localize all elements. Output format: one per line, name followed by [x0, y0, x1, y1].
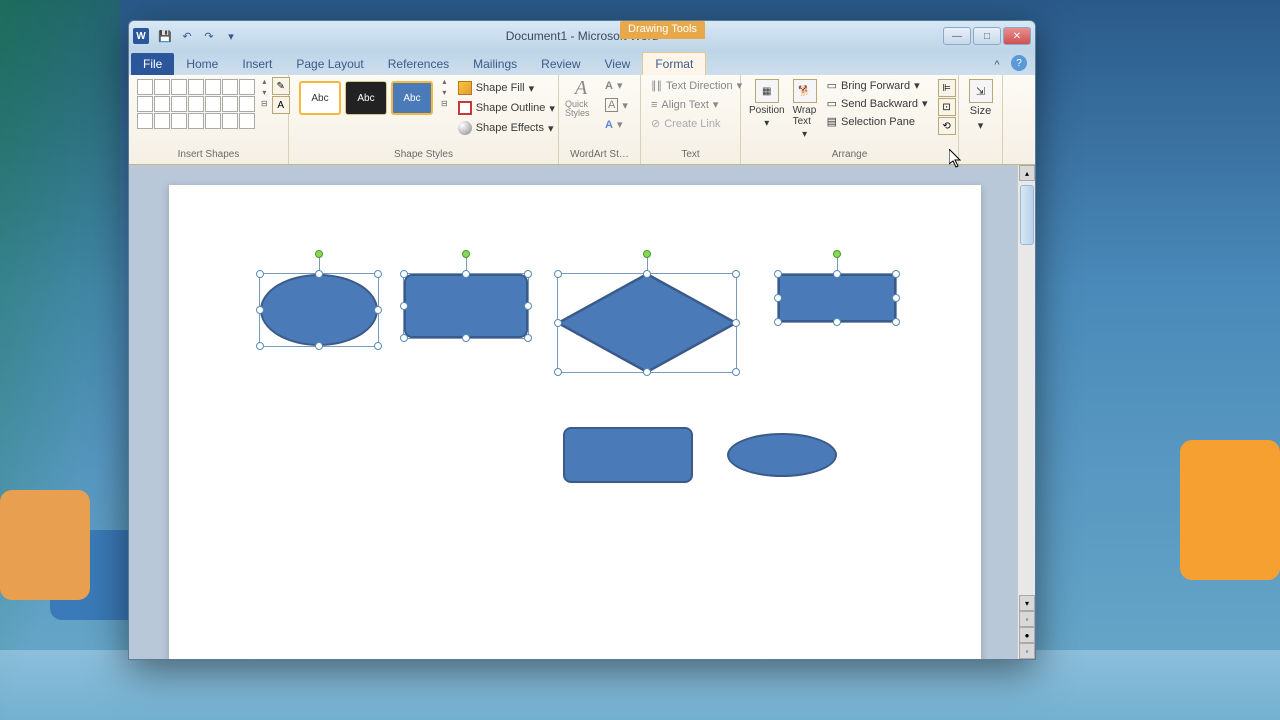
ribbon: ▴▾⊟ ✎ A Insert Shapes Abc Abc Abc ▴▾⊟: [129, 75, 1035, 165]
prev-page-button[interactable]: ◦: [1019, 611, 1035, 627]
help-button[interactable]: ?: [1011, 55, 1027, 71]
outline-icon: [458, 101, 472, 115]
scroll-thumb[interactable]: [1020, 185, 1034, 245]
shape-style-gallery[interactable]: Abc Abc Abc: [295, 77, 437, 119]
word-app-icon: W: [133, 28, 149, 44]
shape-ellipse-2[interactable]: [727, 433, 837, 477]
quick-styles-button[interactable]: A Quick Styles: [565, 77, 597, 117]
group-button[interactable]: ⊡: [938, 98, 956, 116]
size-button[interactable]: ⇲ Size▾: [965, 77, 996, 134]
app-window: W 💾 ↶ ↷ ▾ Document1 - Microsoft Word Dra…: [128, 20, 1036, 660]
group-shape-styles: Abc Abc Abc ▴▾⊟ Shape Fill ▾ Shape Outli…: [289, 75, 559, 164]
shape-diamond[interactable]: [558, 274, 736, 372]
size-icon: ⇲: [969, 79, 993, 103]
position-icon: ▦: [755, 79, 779, 103]
bring-forward-button[interactable]: ▭ Bring Forward ▾: [823, 77, 932, 94]
undo-button[interactable]: ↶: [177, 26, 197, 46]
tab-references[interactable]: References: [376, 53, 461, 75]
collapse-ribbon-button[interactable]: ^: [987, 55, 1007, 75]
text-outline-button[interactable]: A ▾: [601, 96, 632, 114]
shape-rounded-rect-2[interactable]: [563, 427, 693, 483]
group-label-shape-styles: Shape Styles: [295, 147, 552, 162]
wrap-text-button[interactable]: 🐕 Wrap Text▾: [791, 77, 819, 142]
tab-page-layout[interactable]: Page Layout: [284, 53, 375, 75]
titlebar: W 💾 ↶ ↷ ▾ Document1 - Microsoft Word Dra…: [129, 21, 1035, 51]
rotate-button[interactable]: ⟲: [938, 117, 956, 135]
group-label-insert-shapes: Insert Shapes: [135, 147, 282, 162]
quick-access-toolbar: 💾 ↶ ↷ ▾: [155, 26, 241, 46]
scroll-down-button[interactable]: ▾: [1019, 595, 1035, 611]
position-button[interactable]: ▦ Position▾: [747, 77, 787, 131]
text-box-button[interactable]: A: [272, 96, 290, 114]
tab-review[interactable]: Review: [529, 53, 592, 75]
effects-icon: [458, 121, 472, 135]
align-button[interactable]: ⊫: [938, 79, 956, 97]
maximize-button[interactable]: □: [973, 27, 1001, 45]
style-gallery-more[interactable]: ▴▾⊟: [441, 77, 448, 109]
style-swatch-light[interactable]: Abc: [299, 81, 341, 115]
selection-ellipse-1[interactable]: [259, 273, 379, 347]
redo-button[interactable]: ↷: [199, 26, 219, 46]
text-direction-button[interactable]: ∥∥ Text Direction ▾: [647, 77, 746, 94]
browse-object-button[interactable]: ●: [1019, 627, 1035, 643]
selection-rect-1[interactable]: [403, 273, 529, 339]
tab-file[interactable]: File: [131, 53, 174, 75]
shape-effects-button[interactable]: Shape Effects ▾: [454, 119, 559, 137]
page[interactable]: [169, 185, 981, 659]
ribbon-tabs: File Home Insert Page Layout References …: [129, 51, 1035, 75]
scroll-up-button[interactable]: ▴: [1019, 165, 1035, 181]
group-arrange: ▦ Position▾ 🐕 Wrap Text▾ ▭ Bring Forward…: [741, 75, 959, 164]
qat-more-button[interactable]: ▾: [221, 26, 241, 46]
create-link-button[interactable]: ⊘ Create Link: [647, 115, 746, 132]
text-effects-button[interactable]: A ▾: [601, 116, 632, 133]
group-label-text: Text: [647, 147, 734, 162]
shape-ellipse[interactable]: [260, 274, 378, 346]
fill-icon: [458, 81, 472, 95]
wrap-text-icon: 🐕: [793, 79, 817, 103]
tab-home[interactable]: Home: [174, 53, 230, 75]
group-text: ∥∥ Text Direction ▾ ≡ Align Text ▾ ⊘ Cre…: [641, 75, 741, 164]
group-size: ⇲ Size▾: [959, 75, 1003, 164]
selection-diamond[interactable]: [557, 273, 737, 373]
edit-shape-button[interactable]: ✎: [272, 77, 290, 95]
window-controls: — □ ✕: [943, 27, 1031, 45]
shape-rounded-rect[interactable]: [404, 274, 528, 338]
tab-insert[interactable]: Insert: [230, 53, 284, 75]
send-backward-button[interactable]: ▭ Send Backward ▾: [823, 95, 932, 112]
style-swatch-blue[interactable]: Abc: [391, 81, 433, 115]
document-area: ▴ ▾ ◦ ● ◦: [129, 165, 1035, 659]
text-fill-button[interactable]: A ▾: [601, 77, 632, 94]
selection-rect-2[interactable]: [777, 273, 897, 323]
group-insert-shapes: ▴▾⊟ ✎ A Insert Shapes: [129, 75, 289, 164]
tab-view[interactable]: View: [593, 53, 643, 75]
wordart-icon: A: [575, 77, 587, 100]
style-swatch-dark[interactable]: Abc: [345, 81, 387, 115]
align-text-button[interactable]: ≡ Align Text ▾: [647, 96, 746, 113]
close-button[interactable]: ✕: [1003, 27, 1031, 45]
shape-outline-button[interactable]: Shape Outline ▾: [454, 99, 559, 117]
group-label-arrange: Arrange: [747, 147, 952, 162]
vertical-scrollbar[interactable]: ▴ ▾ ◦ ● ◦: [1017, 165, 1035, 659]
tab-mailings[interactable]: Mailings: [461, 53, 529, 75]
next-page-button[interactable]: ◦: [1019, 643, 1035, 659]
group-label-size: [965, 158, 996, 162]
contextual-tab-label: Drawing Tools: [620, 21, 705, 39]
tab-format[interactable]: Format: [642, 52, 706, 75]
minimize-button[interactable]: —: [943, 27, 971, 45]
selection-pane-button[interactable]: ▤ Selection Pane: [823, 113, 932, 130]
shapes-gallery-more[interactable]: ▴▾⊟: [261, 77, 268, 109]
shape-fill-button[interactable]: Shape Fill ▾: [454, 79, 559, 97]
group-wordart-styles: A Quick Styles A ▾ A ▾ A ▾ WordArt St…: [559, 75, 641, 164]
save-button[interactable]: 💾: [155, 26, 175, 46]
shape-rect[interactable]: [778, 274, 896, 322]
shapes-gallery[interactable]: [135, 77, 257, 131]
group-label-wordart: WordArt St…: [565, 147, 634, 162]
